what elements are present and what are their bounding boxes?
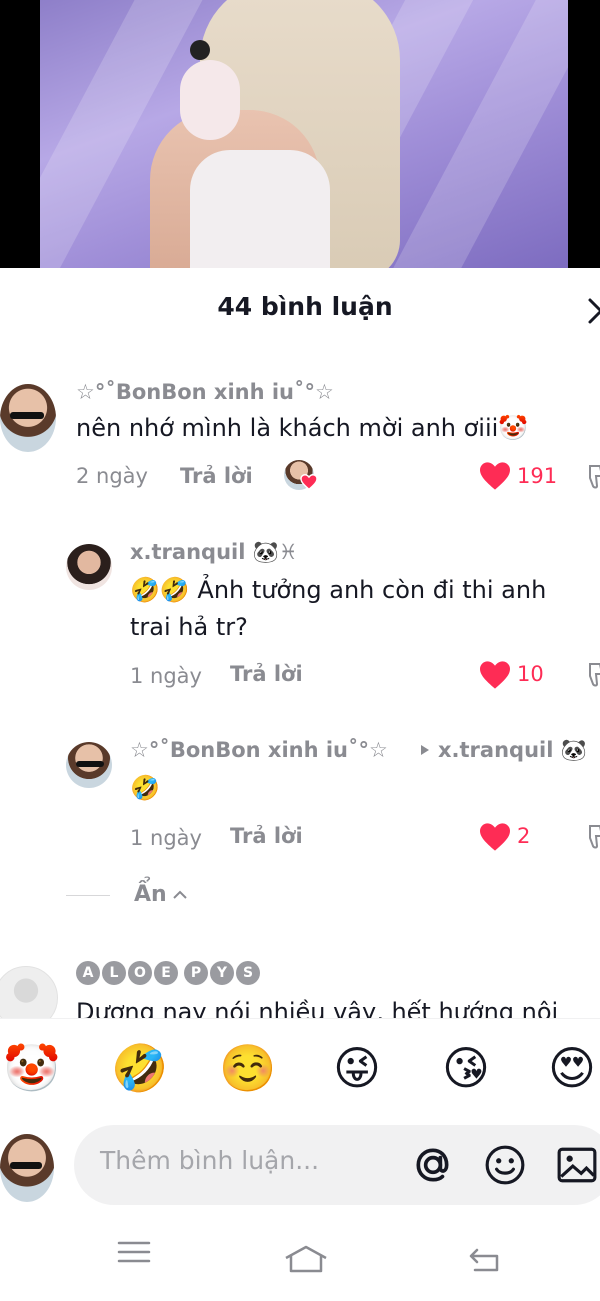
emoji-winking-tongue[interactable]: 😜 (325, 1038, 389, 1098)
reply-arrow-icon (421, 745, 429, 755)
mention-icon[interactable] (412, 1144, 454, 1186)
image-icon[interactable] (556, 1144, 598, 1186)
dislike-icon[interactable] (586, 660, 600, 690)
home-icon[interactable] (283, 1244, 329, 1274)
like-count: 2 (517, 824, 531, 848)
avatar[interactable] (0, 384, 56, 452)
emoji-smiling[interactable]: ☺️ (216, 1038, 280, 1098)
reply-button[interactable]: Trả lời (230, 662, 303, 686)
comment-time: 2 ngày (76, 464, 148, 488)
hide-replies-button[interactable]: Ẩn (134, 882, 167, 907)
like-heart-icon[interactable] (478, 822, 512, 852)
recent-apps-icon[interactable] (117, 1240, 151, 1264)
comment-input-placeholder: Thêm bình luận... (100, 1146, 320, 1175)
reply-to-username[interactable]: x.tranquil 🐼 (438, 738, 587, 763)
comment-text: 🤣🤣 Ảnh tưởng anh còn đi thi anh trai hả … (130, 576, 547, 641)
emoji-icon[interactable] (484, 1144, 526, 1186)
dislike-icon[interactable] (586, 822, 600, 852)
my-avatar[interactable] (0, 1134, 54, 1202)
hide-replies-divider (66, 895, 110, 896)
emoji-bar (0, 1018, 600, 1123)
reply-button[interactable]: Trả lời (230, 824, 303, 848)
emoji-heart-eyes[interactable]: 😍 (540, 1038, 600, 1098)
emoji-clown[interactable]: 🤡 (0, 1038, 64, 1098)
like-count: 191 (517, 464, 558, 488)
avatar[interactable] (66, 742, 112, 788)
comments-count-title: 44 bình luận (217, 292, 393, 321)
chevron-up-icon[interactable] (172, 889, 188, 899)
comment-username[interactable]: x.tranquil 🐼♓ (130, 540, 298, 565)
emoji-rofl[interactable]: 🤣 (108, 1038, 172, 1098)
like-heart-icon[interactable] (478, 660, 512, 690)
close-icon[interactable] (586, 296, 600, 326)
comment-username[interactable]: ☆°˚BonBon xinh iu˚°☆ (76, 380, 334, 404)
reply-button[interactable]: Trả lời (180, 464, 253, 488)
back-icon[interactable] (467, 1246, 501, 1274)
video-frame (40, 0, 568, 268)
comment-time: 1 ngày (130, 664, 202, 688)
like-count: 10 (517, 662, 544, 686)
comment-text: nên nhớ mình là khách mời anh ơiii🤡 (76, 414, 529, 442)
like-heart-icon[interactable] (478, 461, 512, 491)
dislike-icon[interactable] (586, 462, 600, 492)
avatar[interactable] (66, 544, 112, 590)
comment-time: 1 ngày (130, 826, 202, 850)
comment-username[interactable]: ☆°˚BonBon xinh iu˚°☆ (130, 738, 388, 762)
comment-text: 🤣 (130, 774, 160, 802)
video-player[interactable] (0, 0, 600, 268)
comment-username[interactable]: ALOEPYS (76, 961, 262, 985)
creator-heart-icon (300, 474, 318, 490)
emoji-kiss[interactable]: 😘 (434, 1038, 498, 1098)
